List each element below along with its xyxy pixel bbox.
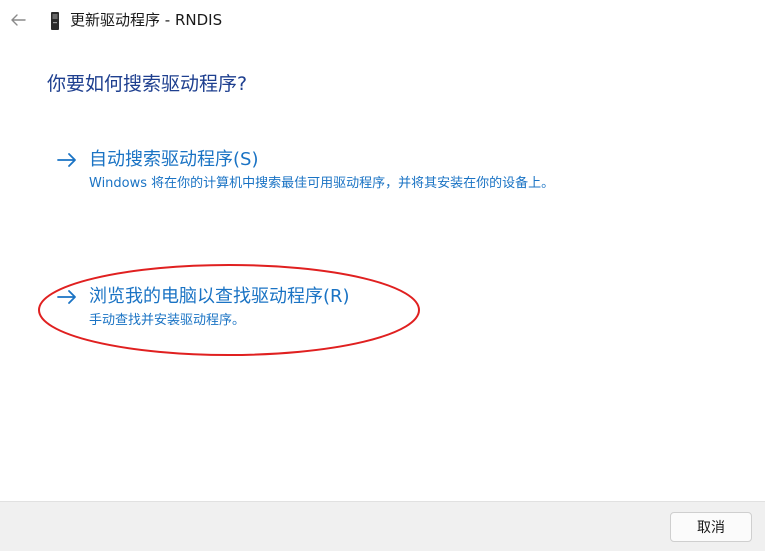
arrow-right-icon	[57, 153, 76, 167]
window-title: 更新驱动程序 - RNDIS	[70, 11, 223, 29]
browse-computer-description: 手动查找并安装驱动程序。	[89, 313, 246, 328]
auto-search-title[interactable]: 自动搜索驱动程序(S)	[89, 148, 258, 172]
page-heading: 你要如何搜索驱动程序?	[47, 73, 248, 95]
arrow-right-icon	[57, 290, 76, 304]
update-driver-window: 更新驱动程序 - RNDIS 你要如何搜索驱动程序? 自动搜索驱动程序(S) W…	[0, 0, 765, 551]
device-icon	[51, 12, 59, 30]
browse-computer-option[interactable]: 浏览我的电脑以查找驱动程序(R) 手动查找并安装驱动程序。	[55, 285, 415, 333]
back-arrow-icon	[11, 14, 26, 26]
cancel-button[interactable]: 取消	[670, 512, 752, 542]
auto-search-description: Windows 将在你的计算机中搜索最佳可用驱动程序，并将其安装在你的设备上。	[89, 176, 555, 191]
browse-computer-title[interactable]: 浏览我的电脑以查找驱动程序(R)	[89, 285, 350, 309]
footer-bar: 取消	[0, 501, 765, 551]
title-bar: 更新驱动程序 - RNDIS	[0, 0, 765, 42]
back-button[interactable]	[6, 8, 30, 32]
auto-search-option[interactable]: 自动搜索驱动程序(S) Windows 将在你的计算机中搜索最佳可用驱动程序，并…	[55, 148, 655, 196]
